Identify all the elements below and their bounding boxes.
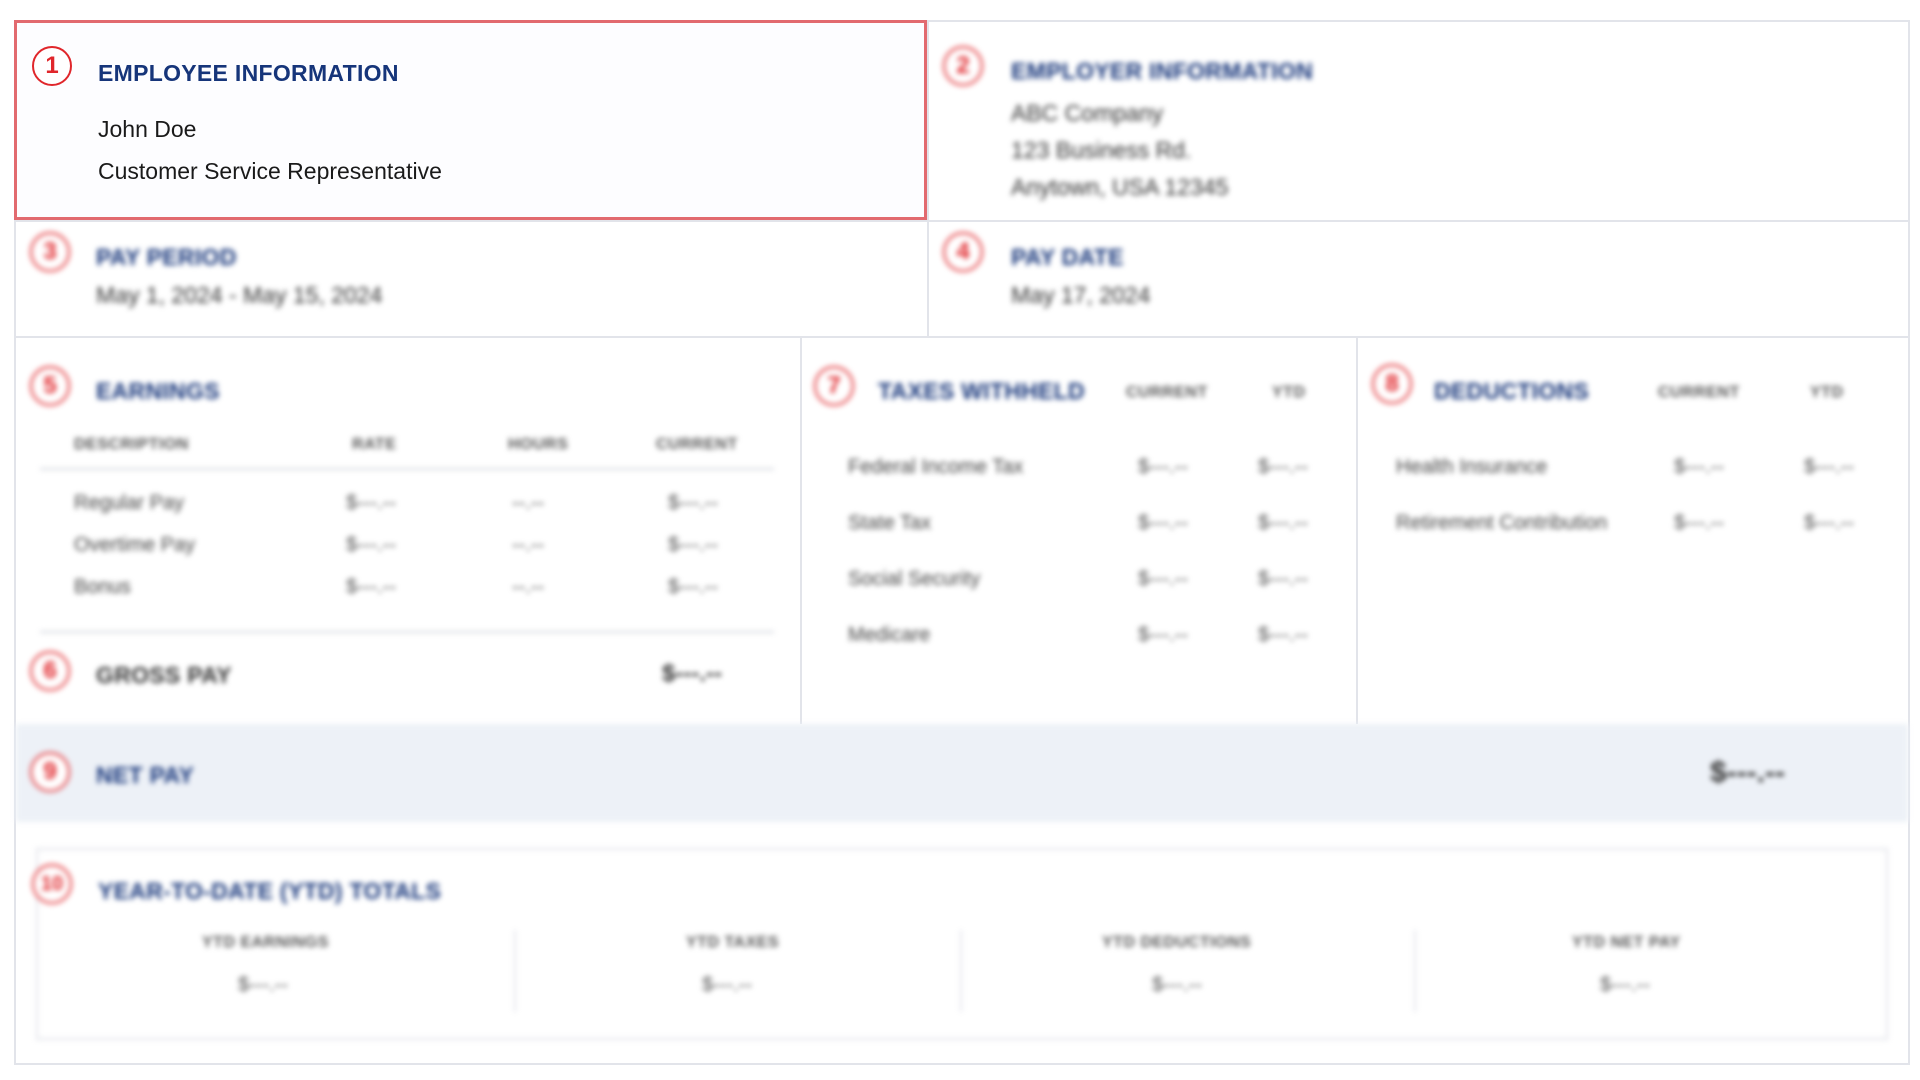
ytd-taxes-label: YTD TAXES (686, 934, 780, 951)
section-number-badge: 2 (943, 46, 983, 86)
tax-current: $---.-- (1138, 456, 1188, 478)
section-number-badge: 8 (1372, 364, 1412, 404)
tax-current: $---.-- (1138, 512, 1188, 534)
section-number-badge: 4 (943, 232, 983, 272)
tax-label: Social Security (848, 568, 981, 590)
table-rule (40, 631, 774, 633)
deductions-section: 8 DEDUCTIONS CURRENT YTD Health Insuranc… (1358, 338, 1908, 724)
earning-current: $---.-- (668, 492, 718, 514)
section-number-badge: 6 (30, 651, 70, 691)
tax-ytd: $---.-- (1258, 456, 1308, 478)
section-title: DEDUCTIONS (1434, 378, 1590, 404)
ytd-net-pay-value: $---.-- (1600, 974, 1650, 996)
employee-role: Customer Service Representative (98, 158, 442, 184)
employee-name: John Doe (98, 116, 197, 142)
deduction-current: $---.-- (1674, 512, 1724, 534)
deduction-label: Health Insurance (1396, 456, 1548, 478)
divider (960, 930, 962, 1012)
deduction-current: $---.-- (1674, 456, 1724, 478)
section-number-badge: 9 (30, 752, 70, 792)
tax-ytd: $---.-- (1258, 512, 1308, 534)
earning-hours: --.-- (512, 576, 545, 598)
section-title: EMPLOYER INFORMATION (1011, 58, 1314, 84)
earning-description: Regular Pay (74, 492, 185, 514)
column-header-ytd: YTD (1810, 384, 1844, 401)
earning-rate: $---.-- (346, 492, 396, 514)
net-pay-section: 9 NET PAY $---.-- (16, 724, 1908, 822)
deduction-ytd: $---.-- (1804, 512, 1854, 534)
section-title: PAY DATE (1011, 244, 1124, 270)
column-header-current: CURRENT (1126, 384, 1208, 401)
ytd-earnings-value: $---.-- (238, 974, 288, 996)
tax-ytd: $---.-- (1258, 568, 1308, 590)
gross-pay-value: $---.-- (662, 660, 722, 687)
divider (514, 930, 516, 1012)
section-title: YEAR-TO-DATE (YTD) TOTALS (98, 878, 442, 904)
divider (1414, 930, 1416, 1012)
pay-date-section: 4 PAY DATE May 17, 2024 (929, 222, 1908, 336)
section-number-badge: 5 (30, 366, 70, 406)
ytd-deductions-value: $---.-- (1152, 974, 1202, 996)
earning-current: $---.-- (668, 576, 718, 598)
table-rule (40, 468, 774, 470)
tax-ytd: $---.-- (1258, 624, 1308, 646)
employer-company: ABC Company (1011, 100, 1164, 126)
section-title: NET PAY (96, 762, 194, 788)
ytd-totals-section: 10 YEAR-TO-DATE (YTD) TOTALS YTD EARNING… (32, 848, 1888, 1040)
tax-label: State Tax (848, 512, 932, 534)
tax-label: Medicare (848, 624, 931, 646)
employer-address-line1: 123 Business Rd. (1011, 137, 1192, 163)
column-header-current: CURRENT (656, 436, 738, 453)
section-title: TAXES WITHHELD (878, 378, 1085, 404)
employee-information-section[interactable]: 1 EMPLOYEE INFORMATION John Doe Customer… (14, 20, 927, 220)
pay-period-section: 3 PAY PERIOD May 1, 2024 - May 15, 2024 (16, 222, 927, 336)
pay-date-value: May 17, 2024 (1011, 282, 1151, 308)
deduction-label: Retirement Contribution (1396, 512, 1608, 534)
tax-label: Federal Income Tax (848, 456, 1024, 478)
section-title: EMPLOYEE INFORMATION (98, 60, 399, 86)
earning-rate: $---.-- (346, 534, 396, 556)
earnings-section: 5 EARNINGS DESCRIPTION RATE HOURS CURREN… (16, 338, 800, 724)
earning-hours: --.-- (512, 492, 545, 514)
column-header-current: CURRENT (1658, 384, 1740, 401)
earning-current: $---.-- (668, 534, 718, 556)
net-pay-value: $---.-- (1710, 756, 1785, 789)
employer-address-line2: Anytown, USA 12345 (1011, 174, 1229, 200)
earning-description: Overtime Pay (74, 534, 196, 556)
tax-current: $---.-- (1138, 568, 1188, 590)
ytd-earnings-label: YTD EARNINGS (202, 934, 329, 951)
column-header-description: DESCRIPTION (74, 436, 189, 453)
ytd-deductions-label: YTD DEDUCTIONS (1102, 934, 1252, 951)
section-title: PAY PERIOD (96, 244, 237, 270)
pay-period-value: May 1, 2024 - May 15, 2024 (96, 282, 383, 308)
deduction-ytd: $---.-- (1804, 456, 1854, 478)
earning-hours: --.-- (512, 534, 545, 556)
column-header-rate: RATE (352, 436, 397, 453)
section-number-badge: 10 (32, 864, 72, 904)
tax-current: $---.-- (1138, 624, 1188, 646)
section-number-badge: 7 (814, 366, 854, 406)
ytd-taxes-value: $---.-- (702, 974, 752, 996)
taxes-withheld-section: 7 TAXES WITHHELD CURRENT YTD Federal Inc… (802, 338, 1356, 724)
section-number-badge: 1 (32, 46, 72, 86)
earning-description: Bonus (74, 576, 131, 598)
column-header-hours: HOURS (508, 436, 569, 453)
employer-information-section: 2 EMPLOYER INFORMATION ABC Company 123 B… (929, 22, 1908, 218)
section-title: EARNINGS (96, 378, 220, 404)
gross-pay-label: GROSS PAY (96, 662, 232, 688)
ytd-net-pay-label: YTD NET PAY (1572, 934, 1681, 951)
column-header-ytd: YTD (1272, 384, 1306, 401)
earning-rate: $---.-- (346, 576, 396, 598)
section-number-badge: 3 (30, 232, 70, 272)
